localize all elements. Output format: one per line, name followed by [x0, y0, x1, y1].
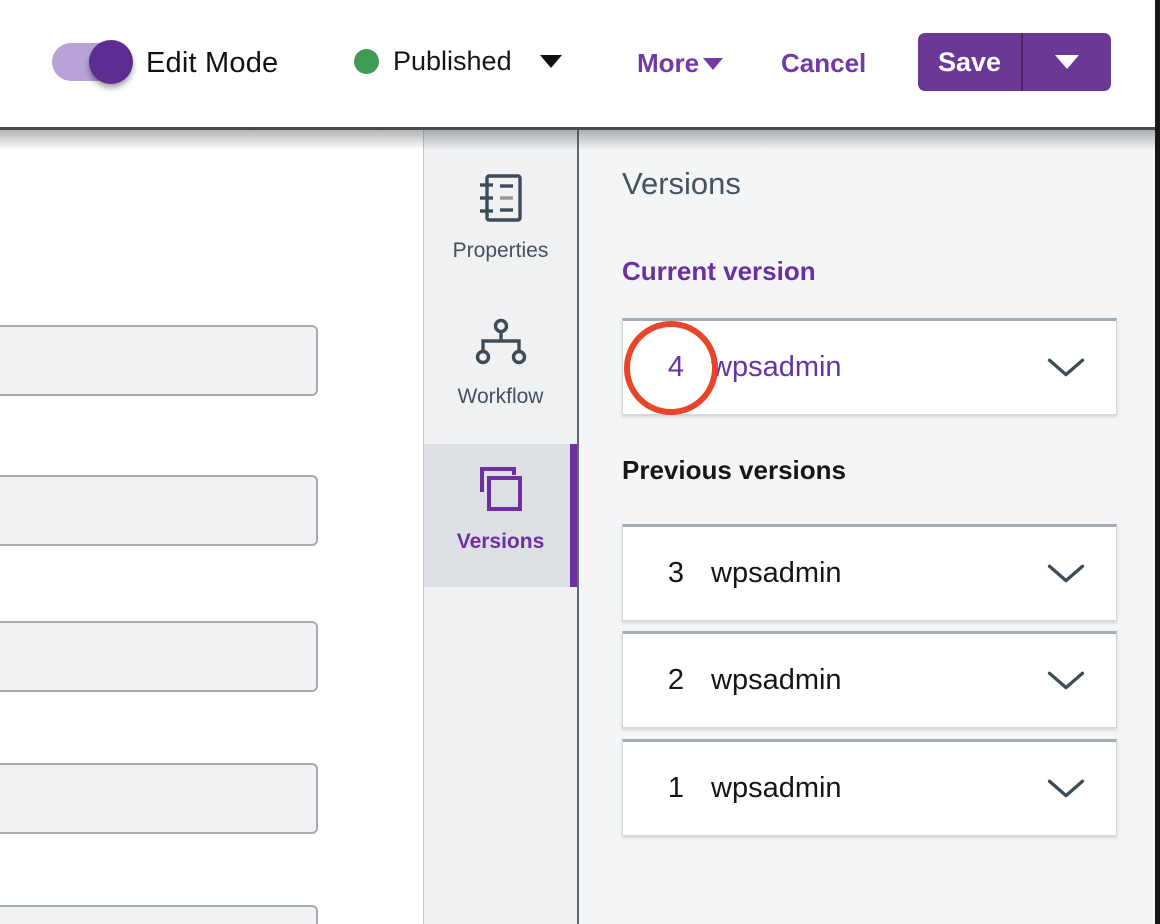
previous-version-card[interactable]: 3 wpsadmin	[622, 524, 1117, 621]
version-number: 3	[665, 557, 687, 590]
form-field[interactable]	[0, 621, 318, 692]
versions-copy-icon	[473, 461, 529, 517]
save-dropdown-button[interactable]	[1023, 33, 1111, 91]
version-author: wpsadmin	[711, 664, 842, 697]
panel-title: Versions	[622, 166, 741, 202]
sidebar-item-label: Versions	[424, 530, 577, 554]
workflow-tree-icon	[473, 316, 529, 372]
status-label: Published	[393, 46, 512, 77]
publish-status-dropdown[interactable]: Published	[354, 44, 564, 80]
form-field[interactable]	[0, 763, 318, 834]
sidebar-item-workflow[interactable]: Workflow	[424, 316, 577, 409]
previous-version-card[interactable]: 2 wpsadmin	[622, 631, 1117, 728]
current-version-card[interactable]: 4 wpsadmin	[622, 318, 1117, 415]
top-toolbar: Edit Mode Published More Cancel Save	[0, 0, 1160, 130]
save-button[interactable]: Save	[918, 33, 1021, 91]
version-number: 2	[665, 664, 687, 697]
chevron-down-icon[interactable]	[1046, 670, 1086, 692]
sidebar-item-properties[interactable]: Properties	[424, 170, 577, 263]
sidebar-item-label: Workflow	[424, 385, 577, 409]
sidebar-item-versions[interactable]: Versions	[424, 444, 577, 587]
properties-icon-rail: Properties Workflow Versions	[423, 130, 577, 924]
more-button[interactable]: More	[637, 48, 699, 79]
form-field[interactable]	[0, 325, 318, 396]
edit-mode-label: Edit Mode	[146, 47, 278, 80]
versions-panel: Versions Current version 4 wpsadmin Prev…	[577, 130, 1160, 924]
properties-notebook-icon	[473, 170, 529, 226]
chevron-down-icon	[540, 55, 562, 68]
status-green-dot-icon	[354, 49, 379, 74]
selected-indicator-bar	[570, 444, 577, 587]
previous-versions-heading: Previous versions	[622, 455, 846, 486]
form-field[interactable]	[0, 905, 318, 924]
chevron-down-icon[interactable]	[1046, 357, 1086, 379]
edit-mode-toggle[interactable]	[52, 43, 128, 81]
previous-version-card[interactable]: 1 wpsadmin	[622, 739, 1117, 836]
chevron-down-icon	[1055, 55, 1079, 69]
save-button-group: Save	[918, 33, 1111, 91]
version-author: wpsadmin	[711, 557, 842, 590]
version-author: wpsadmin	[711, 772, 842, 805]
content-form-pane	[0, 130, 423, 924]
version-number: 1	[665, 772, 687, 805]
sidebar-item-label: Properties	[424, 239, 577, 263]
toggle-knob	[89, 40, 133, 84]
current-version-heading: Current version	[622, 256, 816, 287]
version-number: 4	[665, 351, 687, 384]
form-field[interactable]	[0, 475, 318, 546]
dark-edge-strip	[1155, 0, 1160, 924]
chevron-down-icon[interactable]	[1046, 563, 1086, 585]
chevron-down-icon[interactable]	[703, 58, 723, 70]
version-author: wpsadmin	[711, 351, 842, 384]
chevron-down-icon[interactable]	[1046, 778, 1086, 800]
cancel-button[interactable]: Cancel	[781, 48, 866, 79]
